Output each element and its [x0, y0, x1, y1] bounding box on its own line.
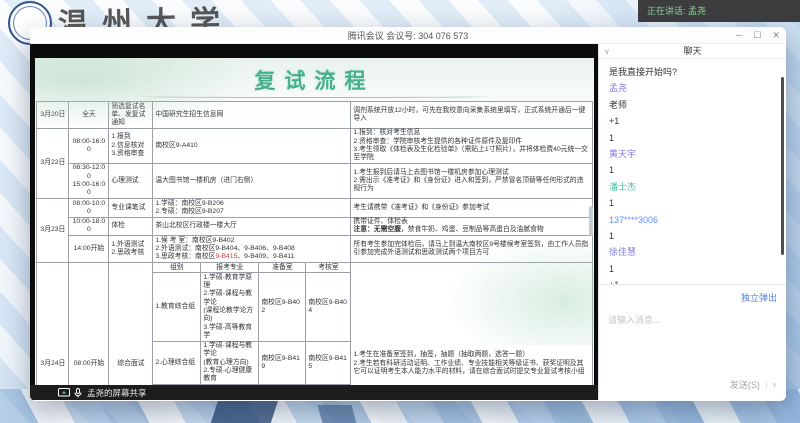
table-row: 3月22日 08:00-16:00 1.报到 2.信息核对 3.资格审查 南校区…: [37, 128, 592, 163]
chat-input-placeholder: 请输入消息...: [608, 313, 777, 326]
send-button[interactable]: 发送(S): [730, 378, 760, 391]
location-cell: 1.学硕：南校区9-B206 2.专硕：南校区9-B207: [153, 199, 351, 218]
chat-message: 1: [609, 130, 776, 146]
shared-screen-view: 复试流程 3月20日 全天 筛选复试名单、发复试通知 中国研究生招生信息网 调剂…: [30, 44, 598, 400]
chat-message: 1: [609, 195, 776, 211]
presenter-bar: 主讲人 孟尧的屏幕共享: [30, 385, 598, 400]
location-line: 1.候 考 室：南校区9-B402: [155, 237, 348, 245]
time-cell: 08:00开始: [69, 263, 109, 385]
chat-message: 黄天宇: [609, 146, 776, 162]
close-button[interactable]: ✕: [772, 27, 780, 44]
table-row: 3月23日 08:00-10:00 专业课笔试 1.学硕：南校区9-B206 2…: [37, 199, 592, 218]
note-cell: 1.考生报到后请马上去图书馆一楼机房参加心理测试 2.需出示《准考证》和《身份证…: [351, 163, 592, 198]
chat-scrollbar[interactable]: [781, 77, 784, 255]
chat-input-area[interactable]: 请输入消息... 发送(S) ∨: [599, 308, 786, 400]
chat-message: 老师: [609, 97, 776, 113]
chat-message: 潘士杰: [609, 179, 776, 195]
prep-room-cell: 南校区9-B419: [259, 341, 306, 384]
popout-row: 独立弹出: [599, 284, 786, 308]
major-cell: 1.学硕-课程与教学论 (教育心理方向) 2.专硕-心理健康教育: [201, 341, 259, 384]
chat-message: +1: [609, 277, 776, 284]
location-cell: 温大图书馆一楼机房（进门右侧）: [153, 163, 351, 198]
time-cell: 08:00-16:00: [69, 128, 109, 163]
chat-message: 137****3006: [609, 212, 776, 228]
major-cell: 1.学硕-教育学原理 2.学硕-课程与教学论 (课程论教学论方向) 3.学硕-高…: [201, 273, 259, 341]
exam-room-header: 考核室: [306, 263, 351, 273]
shared-document: 复试流程 3月20日 全天 筛选复试名单、发复试通知 中国研究生招生信息网 调剂…: [35, 58, 594, 385]
chat-message: 1: [609, 162, 776, 178]
note-cell: 调剂系统开放12小时，可先在我校意向采集系统里填写，正式系统开通后一键导入: [351, 102, 592, 129]
table-row: 08:30-12:00 15:00-16:00 心理测试 温大图书馆一楼机房（进…: [37, 163, 592, 198]
chat-panel: ∨ 聊天 是我直接开始吗? 孟尧 老师 +1 1: [598, 44, 786, 400]
chat-message: 1: [609, 228, 776, 244]
send-options-caret-icon[interactable]: ∨: [766, 381, 777, 389]
note-cell: 携带证件、体检表 注意：无需空腹，禁食牛奶、鸡蛋、豆制品等高蛋白及油腻食物: [351, 217, 592, 236]
doc-scrollbar[interactable]: [589, 206, 593, 236]
exam-room-cell: 南校区9-B404: [306, 273, 351, 341]
note-line: 注意：无需空腹，禁食牛奶、鸡蛋、豆制品等高蛋白及油腻食物: [353, 226, 589, 234]
location-cell: 茶山北校区行政楼一楼大厅: [153, 217, 351, 236]
date-cell: 3月23日: [37, 199, 69, 263]
minimize-button[interactable]: ─: [736, 27, 742, 44]
location-cell: 1.候 考 室：南校区9-B402 2.外语测试：南校区9-B404、9-B40…: [153, 236, 351, 263]
doc-decoration: [35, 58, 255, 128]
item-cell: 1.外语测试 2.思政考核: [109, 236, 153, 263]
chat-message: 徐佳慧: [609, 244, 776, 260]
item-cell: 1.报到 2.信息核对 3.资格审查: [109, 128, 153, 163]
chat-header: ∨ 聊天: [599, 44, 786, 59]
chat-message-list: 是我直接开始吗? 孟尧 老师 +1 1 黄天宇 1 潘士杰: [599, 59, 786, 284]
chat-message: 1: [609, 261, 776, 277]
popout-link[interactable]: 独立弹出: [741, 293, 777, 303]
table-row: 10:00-18:00 体检 茶山北校区行政楼一楼大厅 携带证件、体检表 注意：…: [37, 217, 592, 236]
window-titlebar[interactable]: 腾讯会议 会议号: 304 076 573 ─ ☐ ✕: [30, 27, 786, 44]
group-cell: 2.心理综合组: [153, 341, 201, 384]
prep-room-header: 准备室: [259, 263, 306, 273]
group-header: 组别: [153, 263, 201, 273]
meeting-window: 腾讯会议 会议号: 304 076 573 ─ ☐ ✕ 复试流程 3月20日 全…: [30, 27, 786, 401]
date-cell: 3月24日: [37, 263, 69, 385]
date-cell: 3月22日: [37, 128, 69, 198]
time-cell: 08:00-10:00: [69, 199, 109, 218]
item-cell: 综合面试: [109, 263, 153, 385]
screen-share-icon: [58, 388, 70, 398]
chat-message: 是我直接开始吗?: [609, 64, 776, 80]
note-cell: 1.报到：核对考生信息 2.资格审查：学院审核考生提供的各种证件原件及复印件 3…: [351, 128, 592, 163]
window-title: 腾讯会议 会议号: 304 076 573: [348, 29, 469, 42]
item-cell: 心理测试: [109, 163, 153, 198]
presenter-badge: 主讲人: [30, 386, 31, 398]
screen-share-label: 孟尧的屏幕共享: [87, 387, 147, 399]
exam-room-cell: 南校区9-B415: [306, 341, 351, 384]
maximize-button[interactable]: ☐: [753, 27, 761, 44]
highlighted-room: 9-B415: [215, 253, 237, 260]
speaking-indicator: 正在讲话: 孟尧: [638, 0, 800, 22]
location-cell: 南校区9-A410: [153, 128, 351, 163]
chat-message: +1: [609, 113, 776, 129]
microphone-icon: [74, 388, 82, 398]
group-cell: 1.教育综合组: [153, 273, 201, 341]
time-cell: 14:00开始: [69, 236, 109, 263]
doc-decoration: [444, 235, 594, 345]
note-cell: 考生请携带《准考证》和《身份证》参加考试: [351, 199, 592, 218]
chat-message: 孟尧: [609, 80, 776, 96]
time-cell: 10:00-18:00: [69, 217, 109, 236]
chat-title: 聊天: [683, 46, 701, 56]
item-cell: 专业课笔试: [109, 199, 153, 218]
item-cell: 体检: [109, 217, 153, 236]
time-cell: 08:30-12:00 15:00-16:00: [69, 163, 109, 198]
desktop-pattern-shape: [318, 405, 357, 423]
chevron-down-icon[interactable]: ∨: [604, 44, 610, 59]
prep-room-cell: 南校区9-B402: [259, 273, 306, 341]
major-header: 报考专业: [201, 263, 259, 273]
location-line: 3.思政考核：南校区9-B415、9-B409、9-B411: [155, 253, 348, 261]
